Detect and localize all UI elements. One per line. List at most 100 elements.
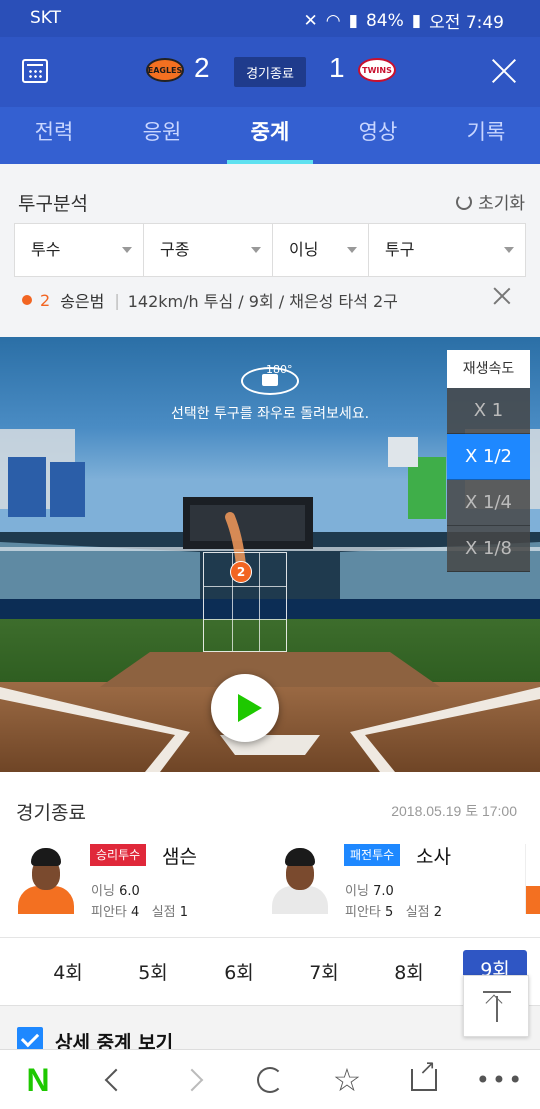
inning-4[interactable]: 4회 [38, 958, 98, 985]
tab-lineup[interactable]: 전력 [0, 107, 108, 164]
filter-pitch-type[interactable]: 구종 [144, 224, 273, 276]
speed-option-x1-2[interactable]: X 1/2 [447, 434, 530, 480]
refresh-icon [456, 193, 473, 210]
filter-pitcher[interactable]: 투수 [15, 224, 144, 276]
signal-icon: ▮ [348, 10, 358, 31]
caret-down-icon [504, 247, 514, 253]
away-score: 1 [329, 52, 345, 83]
bookmark-button[interactable]: ☆ [327, 1061, 367, 1099]
inning-6[interactable]: 6회 [209, 958, 269, 985]
win-hits-runs-stat: 피안타 4 실점 1 [91, 901, 188, 920]
avatar [270, 844, 330, 914]
pitch-marker[interactable]: 2 [230, 561, 252, 583]
speed-title: 재생속도 [447, 350, 530, 388]
speed-option-x1-8[interactable]: X 1/8 [447, 526, 530, 572]
game-header: EAGLES 2 경기종료 1 TWINS [0, 37, 540, 107]
playback-speed-menu: 재생속도 X 1 X 1/2 X 1/4 X 1/8 [447, 350, 530, 572]
more-button[interactable]: ••• [476, 1062, 522, 1098]
hits-label: 피안타 [345, 905, 381, 920]
speed-option-x1[interactable]: X 1 [447, 388, 530, 434]
analysis-title: 투구분석 [18, 193, 88, 215]
result-title: 경기종료 [16, 802, 86, 824]
innings-label: 이닝 [345, 884, 369, 899]
filter-pitcher-label: 투수 [31, 240, 61, 259]
wifi-icon: ◠ [325, 10, 341, 31]
game-date: 2018.05.19 토 17:00 [391, 803, 517, 819]
status-bar: SKT ✕ ◠ ▮ 84% ▮ 오전 7:49 [0, 0, 540, 37]
runs-label: 실점 [151, 905, 176, 920]
clear-pitch-icon[interactable] [493, 287, 511, 305]
pitch-dot-icon [22, 295, 32, 305]
filter-pitch[interactable]: 투구 [369, 224, 525, 276]
lose-innings-stat: 이닝 7.0 [345, 880, 394, 899]
tab-records[interactable]: 기록 [432, 107, 540, 164]
speed-option-x1-4[interactable]: X 1/4 [447, 480, 530, 526]
hits-value: 4 [131, 905, 140, 920]
win-badge: 승리투수 [90, 844, 147, 866]
inning-7[interactable]: 7회 [294, 958, 354, 985]
innings-value: 6.0 [119, 884, 140, 899]
tab-bar: 전력 응원 중계 영상 기록 [0, 107, 540, 164]
pitch-description: 142km/h 투심 / 9회 / 채은성 타석 2구 [127, 292, 398, 311]
star-icon: ☆ [332, 1061, 362, 1099]
innings-value: 7.0 [373, 884, 394, 899]
scroll-to-top-button[interactable] [463, 975, 529, 1037]
carrier-label: SKT [30, 8, 62, 28]
pitch-number: 2 [40, 290, 51, 310]
close-icon[interactable] [490, 57, 518, 85]
winning-pitcher-card[interactable]: 승리투수 샘슨 이닝 6.0 피안타 4 실점 1 [16, 844, 256, 920]
inning-selector: 4회 5회 6회 7회 8회 9회 [0, 937, 540, 1005]
losing-pitcher-name: 소사 [416, 846, 451, 868]
inning-8[interactable]: 8회 [379, 958, 439, 985]
play-button[interactable] [211, 674, 279, 742]
caret-down-icon [122, 247, 132, 253]
arrow-up-icon [485, 994, 503, 1012]
filter-row: 투수 구종 이닝 투구 [14, 223, 526, 277]
reload-button[interactable] [250, 1062, 290, 1098]
home-team-logo: EAGLES [146, 58, 184, 82]
status-right: ✕ ◠ ▮ 84% ▮ 오전 7:49 [303, 8, 504, 34]
rotate-degree: 180° [266, 363, 293, 376]
lose-hits-runs-stat: 피안타 5 실점 2 [345, 901, 442, 920]
next-card-peek[interactable] [525, 844, 540, 914]
filter-pitch-type-label: 구종 [160, 240, 190, 259]
caret-down-icon [251, 247, 261, 253]
more-dots-icon: ••• [475, 1066, 525, 1094]
naver-logo-icon: N [26, 1061, 50, 1098]
runs-label: 실점 [405, 905, 430, 920]
clock: 오전 7:49 [429, 13, 504, 33]
reset-button[interactable]: 초기화 [456, 189, 525, 214]
back-button[interactable] [96, 1062, 136, 1098]
browser-bottom-nav: N ☆ ••• [0, 1049, 540, 1109]
inning-5[interactable]: 5회 [123, 958, 183, 985]
runs-value: 1 [179, 905, 189, 920]
calendar-icon[interactable] [22, 59, 48, 83]
tab-video[interactable]: 영상 [324, 107, 432, 164]
away-team-logo: TWINS [358, 58, 396, 82]
game-status-badge: 경기종료 [234, 57, 306, 87]
forward-button[interactable] [172, 1062, 212, 1098]
runs-value: 2 [433, 905, 443, 920]
filter-inning-label: 이닝 [289, 240, 319, 259]
home-score: 2 [194, 52, 210, 83]
win-innings-stat: 이닝 6.0 [91, 880, 140, 899]
filter-inning[interactable]: 이닝 [273, 224, 369, 276]
battery-level: 84% [365, 10, 404, 31]
hits-value: 5 [385, 905, 394, 920]
losing-pitcher-card[interactable]: 패전투수 소사 이닝 7.0 피안타 5 실점 2 [270, 844, 510, 920]
naver-home-button[interactable]: N [18, 1062, 58, 1098]
avatar [16, 844, 76, 914]
share-icon [411, 1055, 437, 1091]
selected-pitch-info: 2 송은범 | 142km/h 투심 / 9회 / 채은성 타석 2구 [22, 288, 398, 312]
hits-label: 피안타 [91, 905, 127, 920]
tab-broadcast[interactable]: 중계 [216, 107, 324, 164]
share-button[interactable] [404, 1055, 444, 1098]
winning-pitcher-name: 샘슨 [162, 846, 197, 868]
tab-cheer[interactable]: 응원 [108, 107, 216, 164]
battery-icon: ▮ [411, 10, 422, 31]
detail-toggle-row[interactable]: 상세 중계 보기 [0, 1005, 540, 1054]
pitch-3d-viewer[interactable]: 180° 선택한 투구를 좌우로 돌려보세요. 2 재생속도 X 1 X 1/2… [0, 337, 540, 772]
mute-icon: ✕ [303, 10, 318, 31]
caret-down-icon [347, 247, 357, 253]
filter-pitch-label: 투구 [385, 240, 415, 259]
